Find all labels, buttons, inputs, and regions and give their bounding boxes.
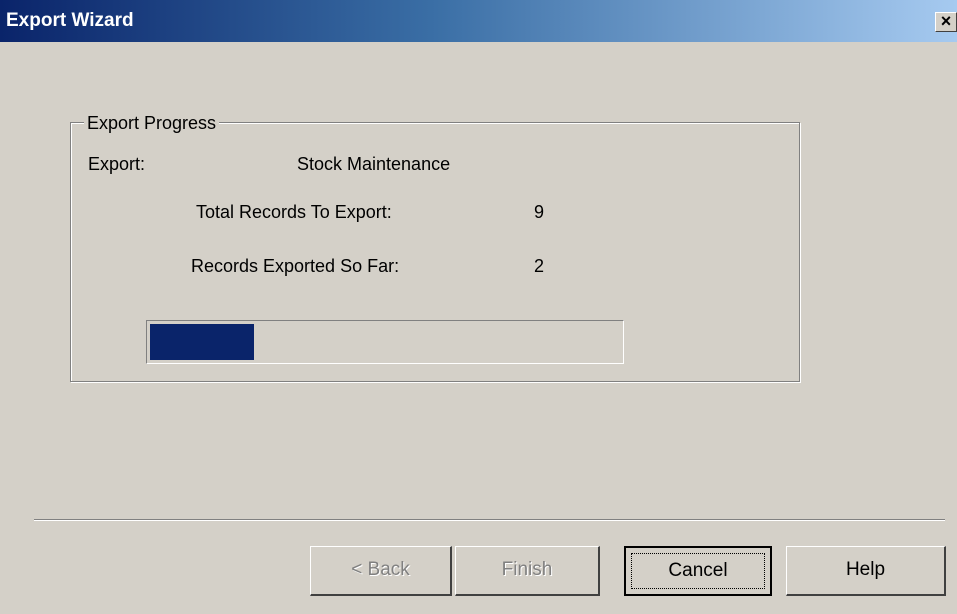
total-records-label: Total Records To Export: <box>196 202 392 222</box>
cancel-focus-rect: Cancel <box>631 553 765 589</box>
records-so-far-label: Records Exported So Far: <box>191 256 400 276</box>
cancel-button[interactable]: Cancel <box>624 546 772 596</box>
records-so-far-value: 2 <box>534 256 545 276</box>
close-icon: × <box>940 11 952 31</box>
window-title: Export Wizard <box>6 10 134 31</box>
export-progress-fill <box>150 324 255 360</box>
help-button-label: Help <box>845 559 886 580</box>
help-button[interactable]: Help <box>786 546 946 596</box>
finish-button[interactable]: Finish <box>455 546 600 596</box>
back-button[interactable]: < Back <box>310 546 452 596</box>
cancel-button-label: Cancel <box>668 560 728 581</box>
export-progress-group-label: Export Progress <box>84 112 220 134</box>
back-button-label: < Back <box>351 559 410 580</box>
export-value: Stock Maintenance <box>297 154 451 174</box>
total-records-value: 9 <box>534 202 545 222</box>
export-label: Export: <box>88 154 146 174</box>
export-wizard-window: Export Wizard × Export Progress Export: … <box>0 0 957 614</box>
button-separator <box>34 519 945 521</box>
close-button[interactable]: × <box>935 12 957 32</box>
export-progress-bar <box>146 320 624 364</box>
title-bar: Export Wizard × <box>0 0 957 42</box>
finish-button-label: Finish <box>501 559 553 580</box>
